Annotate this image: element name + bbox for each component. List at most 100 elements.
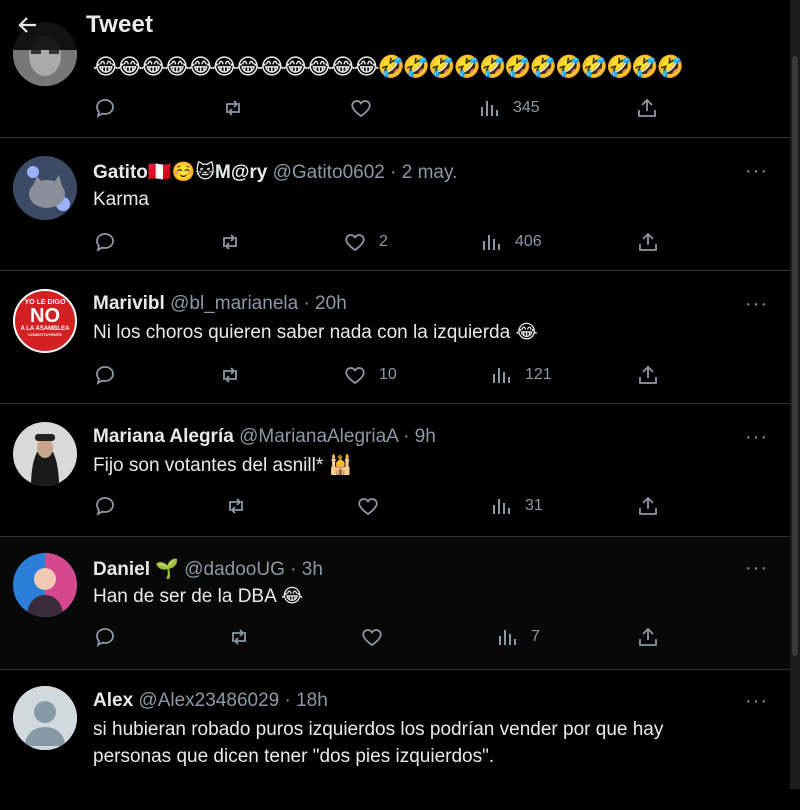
like-button[interactable]: 10 bbox=[343, 363, 397, 387]
reply-button[interactable] bbox=[93, 230, 117, 254]
avatar[interactable] bbox=[13, 156, 77, 220]
retweet-icon bbox=[223, 367, 237, 383]
reply-icon bbox=[96, 497, 114, 516]
like-button[interactable]: 2 bbox=[343, 230, 388, 254]
share-icon bbox=[639, 496, 657, 515]
avatar[interactable] bbox=[13, 686, 77, 750]
avatar[interactable] bbox=[13, 553, 77, 617]
tweet-actions: 345 bbox=[93, 96, 673, 122]
views-button[interactable]: 406 bbox=[479, 230, 542, 254]
views-count: 345 bbox=[513, 99, 540, 116]
display-name[interactable]: Mariana Alegría bbox=[93, 426, 234, 447]
handle[interactable]: @dadooUG bbox=[184, 559, 285, 580]
timestamp[interactable]: · 18h bbox=[285, 690, 328, 711]
display-name[interactable]: Marivibl bbox=[93, 293, 165, 314]
handle[interactable]: @Alex23486029 bbox=[138, 690, 279, 711]
views-button[interactable]: 121 bbox=[489, 363, 552, 387]
retweet-button[interactable] bbox=[221, 96, 245, 120]
share-button[interactable] bbox=[636, 494, 660, 518]
tweet-text: Han de ser de la DBA 😂 bbox=[93, 586, 304, 607]
tweet-text: si hubieran robado puros izquierdos los … bbox=[93, 719, 664, 767]
more-options-button[interactable]: ··· bbox=[745, 557, 768, 580]
more-options-button[interactable]: ··· bbox=[745, 293, 768, 316]
share-icon bbox=[639, 627, 657, 646]
retweet-icon bbox=[223, 234, 237, 250]
more-options-button[interactable]: ··· bbox=[745, 426, 768, 449]
more-options-button[interactable]: ··· bbox=[745, 160, 768, 183]
tweet[interactable]: YO LE DIGO NO A LA ASAMBLEA CONSTITUYENT… bbox=[0, 271, 790, 404]
timestamp[interactable]: · 3h bbox=[290, 559, 323, 580]
tweet-text: Karma bbox=[93, 189, 149, 210]
views-icon bbox=[493, 499, 510, 514]
reply-icon bbox=[96, 99, 114, 118]
views-button[interactable]: 31 bbox=[489, 494, 543, 518]
share-button[interactable] bbox=[635, 96, 659, 120]
tweet-actions: 2 406 bbox=[93, 230, 673, 256]
retweet-button[interactable] bbox=[218, 230, 242, 254]
avatar[interactable] bbox=[13, 422, 77, 486]
heart-icon bbox=[351, 100, 371, 118]
tweet[interactable]: Alex @Alex23486029 · 18h ··· si hubieran… bbox=[0, 670, 790, 810]
tweet-header: Daniel 🌱 @dadooUG · 3h bbox=[93, 557, 323, 581]
reply-icon bbox=[96, 628, 114, 647]
heart-icon bbox=[345, 234, 365, 252]
tweet-text: Fijo son votantes del asnill* 🕌 bbox=[93, 455, 353, 476]
views-count: 121 bbox=[525, 366, 552, 383]
views-icon bbox=[499, 630, 516, 645]
like-button[interactable] bbox=[356, 494, 380, 518]
views-button[interactable]: 7 bbox=[495, 625, 540, 649]
tweet-text: 😂😂😂😂😂😂😂😂😂😂😂😂🤣🤣🤣🤣🤣🤣🤣🤣🤣🤣🤣🤣 bbox=[93, 54, 684, 79]
scrollbar-thumb[interactable] bbox=[792, 56, 798, 656]
share-button[interactable] bbox=[636, 363, 660, 387]
arrow-left-icon bbox=[18, 17, 36, 33]
retweet-icon bbox=[232, 629, 246, 645]
tweet-actions: 31 bbox=[93, 494, 673, 520]
back-button[interactable] bbox=[8, 5, 48, 45]
handle[interactable]: @MarianaAlegriaA bbox=[239, 426, 398, 447]
like-count: 10 bbox=[379, 366, 397, 383]
like-button[interactable] bbox=[360, 625, 384, 649]
views-icon bbox=[483, 235, 500, 250]
handle[interactable]: @bl_marianela bbox=[170, 293, 298, 314]
tweet[interactable]: Mariana Alegría @MarianaAlegriaA · 9h ··… bbox=[0, 404, 790, 537]
share-button[interactable] bbox=[636, 625, 660, 649]
page-title: Tweet bbox=[86, 11, 154, 38]
heart-icon bbox=[362, 629, 382, 647]
retweet-button[interactable] bbox=[218, 363, 242, 387]
retweet-button[interactable] bbox=[224, 494, 248, 518]
tweet-actions: 10 121 bbox=[93, 363, 673, 389]
like-button[interactable] bbox=[349, 96, 373, 120]
avatar[interactable]: YO LE DIGO NO A LA ASAMBLEA CONSTITUYENT… bbox=[13, 289, 77, 353]
handle[interactable]: @Gatito0602 bbox=[273, 162, 385, 183]
tweet-text: Ni los choros quieren saber nada con la … bbox=[93, 322, 538, 343]
share-icon bbox=[639, 365, 657, 384]
reply-button[interactable] bbox=[93, 625, 117, 649]
tweet[interactable]: Daniel 🌱 @dadooUG · 3h ··· Han de ser de… bbox=[0, 537, 790, 670]
tweet-actions: 7 bbox=[93, 625, 673, 651]
reply-button[interactable] bbox=[93, 96, 117, 120]
retweet-icon bbox=[226, 100, 240, 116]
display-name[interactable]: Gatito🇵🇪☺️🐱M@ry bbox=[93, 162, 267, 183]
views-icon bbox=[493, 368, 510, 383]
more-options-button[interactable]: ··· bbox=[745, 690, 768, 713]
reply-button[interactable] bbox=[93, 494, 117, 518]
retweet-button[interactable] bbox=[227, 625, 251, 649]
tweet-feed: 😂😂😂😂😂😂😂😂😂😂😂😂🤣🤣🤣🤣🤣🤣🤣🤣🤣🤣🤣🤣 345 Gatito🇵🇪☺️🐱… bbox=[0, 0, 790, 810]
display-name[interactable]: Alex bbox=[93, 690, 133, 711]
tweet[interactable]: Gatito🇵🇪☺️🐱M@ry @Gatito0602 · 2 may. ···… bbox=[0, 138, 790, 271]
top-bar: Tweet bbox=[0, 0, 790, 50]
share-icon bbox=[638, 98, 656, 117]
scrollbar[interactable] bbox=[790, 0, 800, 789]
share-button[interactable] bbox=[636, 230, 660, 254]
views-icon bbox=[481, 101, 498, 116]
timestamp[interactable]: · 9h bbox=[403, 426, 436, 447]
reply-button[interactable] bbox=[93, 363, 117, 387]
tweet-header: Alex @Alex23486029 · 18h bbox=[93, 690, 328, 712]
views-button[interactable]: 345 bbox=[477, 96, 540, 120]
timestamp[interactable]: · 20h bbox=[303, 293, 346, 314]
retweet-icon bbox=[229, 498, 243, 514]
like-count: 2 bbox=[379, 233, 388, 250]
views-count: 406 bbox=[515, 233, 542, 250]
timestamp[interactable]: · 2 may. bbox=[390, 162, 457, 183]
display-name[interactable]: Daniel 🌱 bbox=[93, 559, 179, 580]
